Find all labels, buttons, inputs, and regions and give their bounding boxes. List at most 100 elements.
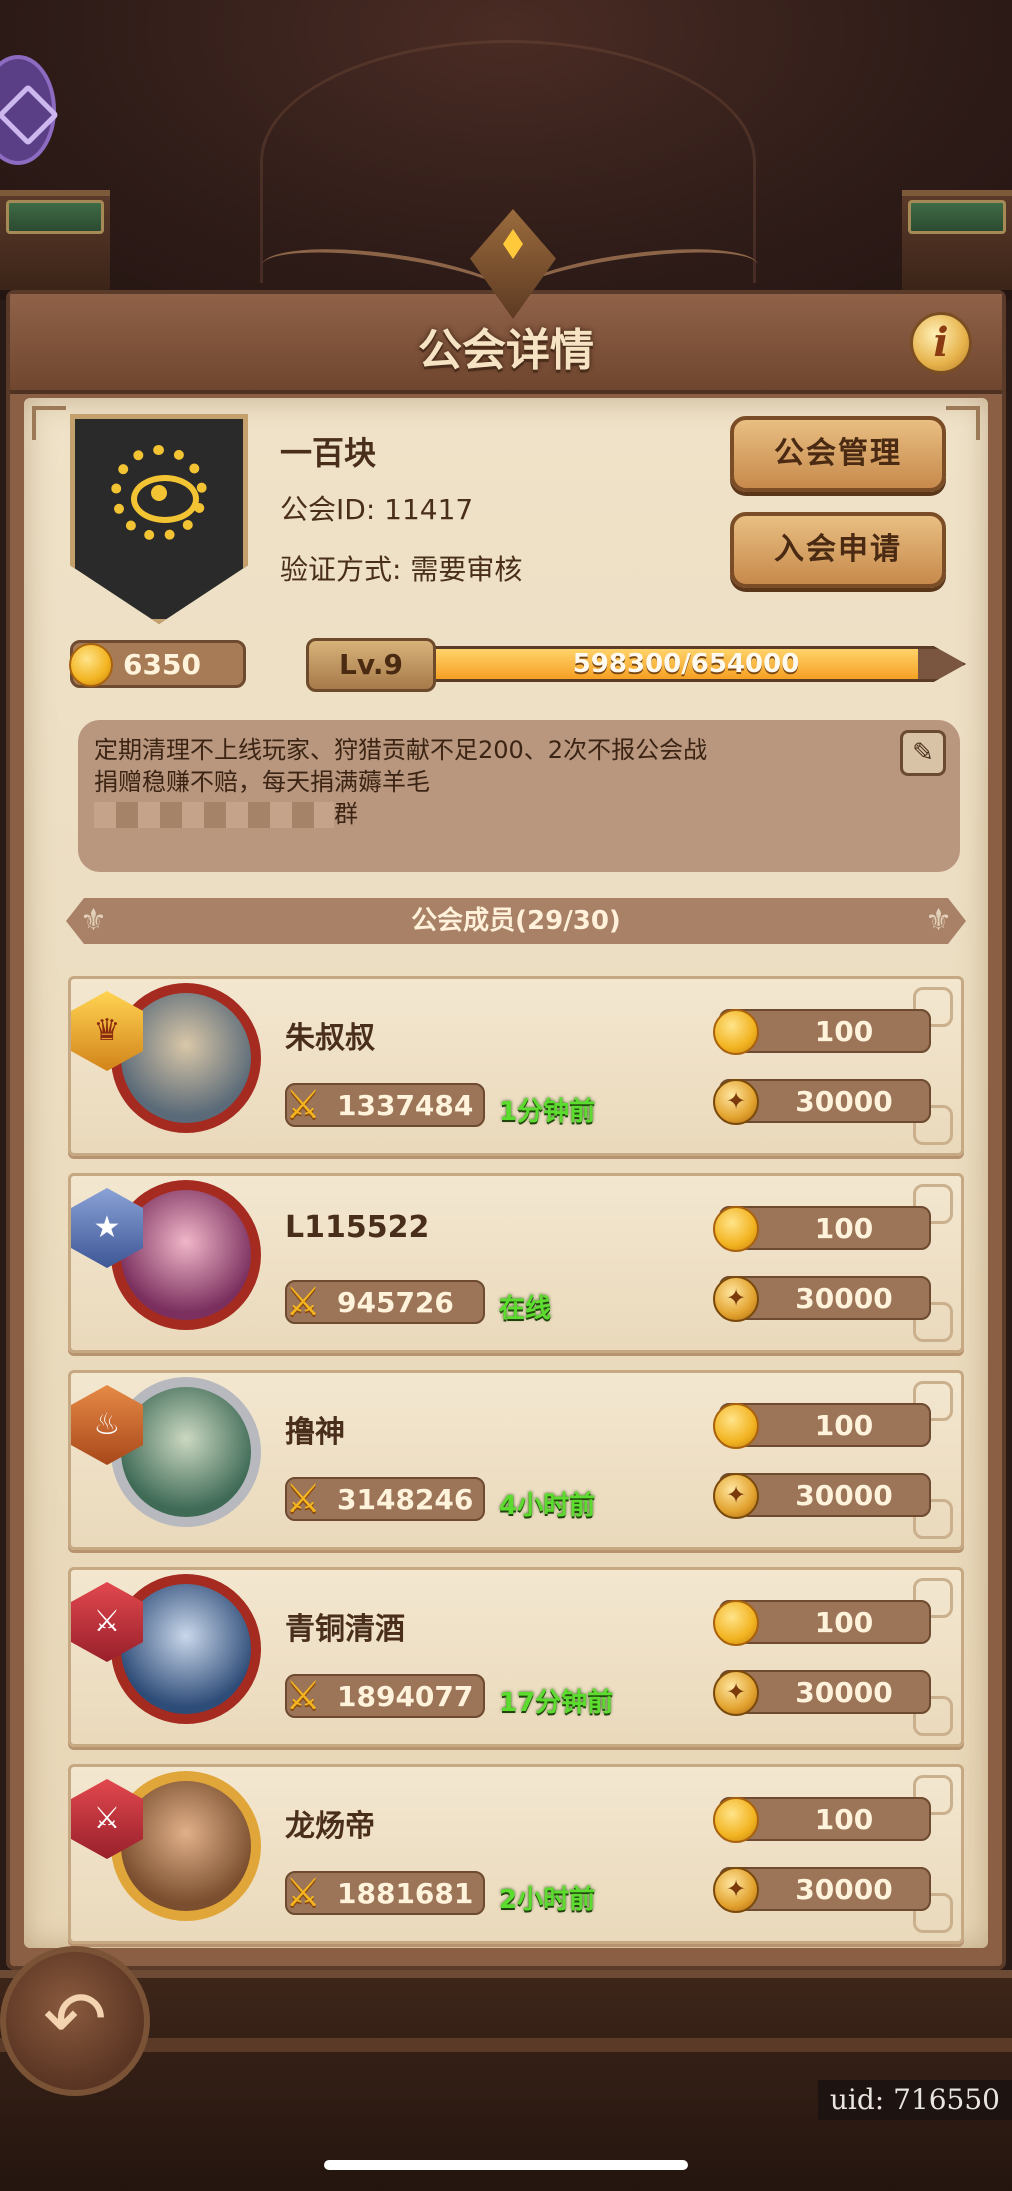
uid-label: uid: 716550: [817, 2080, 1012, 2120]
gold-medal-icon: ✦: [713, 1473, 759, 1519]
member-name: 朱叔叔: [285, 1021, 375, 1056]
member-card[interactable]: ★ L115522 ⚔ 945726 在线 100 ✦ 30000: [68, 1173, 964, 1353]
guild-detail-panel: 公会详情 i 一百块 公会ID: 11417 验证方式: 需要审核 公会管理 入…: [6, 209, 1006, 1970]
member-contribution-value: 100: [814, 1606, 874, 1639]
coin-icon: [713, 1009, 759, 1055]
member-donation: ✦ 30000: [713, 1473, 931, 1519]
pillar-left: [0, 190, 110, 290]
member-power: ⚔ 1337484: [285, 1082, 485, 1128]
member-last-online: 在线: [499, 1294, 552, 1324]
members-section-header: ⚜ 公会成员(29/30) ⚜: [66, 898, 966, 944]
member-contribution-value: 100: [814, 1212, 874, 1245]
member-avatar[interactable]: [111, 1377, 261, 1527]
coin-icon: [713, 1797, 759, 1843]
info-button[interactable]: i: [910, 312, 972, 374]
member-avatar[interactable]: [111, 1771, 261, 1921]
member-last-online: 1分钟前: [499, 1097, 596, 1127]
member-donation-value: 30000: [795, 1282, 893, 1315]
notice-line: 群: [334, 800, 358, 828]
guild-manage-button[interactable]: 公会管理: [730, 416, 946, 492]
member-card[interactable]: ♨ 撸神 ⚔ 3148246 4小时前 100 ✦ 30000: [68, 1370, 964, 1550]
guild-notice: 定期清理不上线玩家、狩猎贡献不足200、2次不报公会战 捐赠稳赚不赔，每天捐满薅…: [78, 720, 960, 872]
pillar-right: [902, 190, 1012, 290]
member-name: 青铜清酒: [285, 1612, 405, 1647]
gold-medal-icon: ✦: [713, 1276, 759, 1322]
member-power-value: 1881681: [337, 1877, 474, 1910]
gold-medal-icon: ✦: [713, 1867, 759, 1913]
members-section-title: 公会成员(29/30): [411, 906, 621, 936]
member-power: ⚔ 945726: [285, 1279, 485, 1325]
member-donation-value: 30000: [795, 1479, 893, 1512]
member-power-value: 1894077: [337, 1680, 474, 1713]
guild-level: 598300/654000 Lv.9: [306, 638, 966, 692]
member-card[interactable]: ⚔ 龙炀帝 ⚔ 1881681 2小时前 100 ✦ 30000: [68, 1764, 964, 1944]
member-donation-value: 30000: [795, 1085, 893, 1118]
crossed-swords-icon: ⚔: [285, 1673, 321, 1719]
coin-icon: [713, 1206, 759, 1252]
guild-id: 公会ID: 11417: [280, 493, 474, 526]
title-bar: 公会详情 i: [10, 209, 1002, 394]
member-contribution: 100: [713, 1797, 931, 1843]
join-requests-button[interactable]: 入会申请: [730, 512, 946, 588]
coin-icon: [713, 1600, 759, 1646]
guild-verify-method: 验证方式: 需要审核: [280, 553, 523, 586]
member-power: ⚔ 1881681: [285, 1870, 485, 1916]
member-contribution: 100: [713, 1403, 931, 1449]
coin-icon: [713, 1403, 759, 1449]
member-donation: ✦ 30000: [713, 1079, 931, 1125]
guild-banner: [70, 414, 248, 624]
crossed-swords-icon: ⚔: [285, 1082, 321, 1128]
gold-medal-icon: ✦: [713, 1079, 759, 1125]
member-avatar[interactable]: [111, 983, 261, 1133]
member-last-online: 4小时前: [499, 1491, 596, 1521]
page-title: 公会详情: [418, 325, 594, 376]
member-power: ⚔ 3148246: [285, 1476, 485, 1522]
fleur-icon: ⚜: [80, 903, 107, 938]
member-donation-value: 30000: [795, 1873, 893, 1906]
member-contribution-value: 100: [814, 1803, 874, 1836]
notice-line: 定期清理不上线玩家、狩猎贡献不足200、2次不报公会战: [94, 736, 708, 764]
member-contribution: 100: [713, 1206, 931, 1252]
member-name: L115522: [285, 1210, 430, 1245]
exp-text: 598300/654000: [572, 649, 800, 679]
home-indicator[interactable]: [324, 2160, 688, 2170]
member-name: 龙炀帝: [285, 1809, 375, 1844]
member-contribution: 100: [713, 1600, 931, 1646]
crossed-swords-icon: ⚔: [285, 1476, 321, 1522]
guild-coins: 6350: [69, 640, 246, 688]
gold-medal-icon: ✦: [713, 1670, 759, 1716]
member-power-value: 945726: [337, 1286, 454, 1319]
member-last-online: 17分钟前: [499, 1688, 614, 1718]
member-contribution: 100: [713, 1009, 931, 1055]
member-donation: ✦ 30000: [713, 1670, 931, 1716]
notice-line: 捐赠稳赚不赔，每天捐满薅羊毛: [94, 768, 430, 796]
member-card[interactable]: ⚔ 青铜清酒 ⚔ 1894077 17分钟前 100 ✦ 30000: [68, 1567, 964, 1747]
back-button[interactable]: ↶: [0, 1946, 150, 2096]
level-badge: Lv.9: [306, 638, 436, 692]
member-contribution-value: 100: [814, 1409, 874, 1442]
member-avatar[interactable]: [111, 1180, 261, 1330]
exp-progress-bar: 598300/654000: [426, 646, 966, 682]
member-power: ⚔ 1894077: [285, 1673, 485, 1719]
parchment-content: 一百块 公会ID: 11417 验证方式: 需要审核 公会管理 入会申请 635…: [24, 398, 988, 1948]
crossed-swords-icon: ⚔: [285, 1279, 321, 1325]
member-donation: ✦ 30000: [713, 1276, 931, 1322]
redacted-text: [94, 802, 334, 828]
member-power-value: 3148246: [337, 1483, 474, 1516]
member-contribution-value: 100: [814, 1015, 874, 1048]
member-card[interactable]: ♛ 朱叔叔 ⚔ 1337484 1分钟前 100 ✦ 30000: [68, 976, 964, 1156]
crossed-swords-icon: ⚔: [285, 1870, 321, 1916]
guild-name: 一百块: [280, 434, 377, 472]
member-donation-value: 30000: [795, 1676, 893, 1709]
member-list[interactable]: ♛ 朱叔叔 ⚔ 1337484 1分钟前 100 ✦ 30000 ★ L115522 ⚔ 945726…: [24, 976, 988, 1948]
member-name: 撸神: [285, 1415, 345, 1450]
quill-edit-icon[interactable]: ✎: [900, 730, 946, 776]
eye-emblem-icon: [111, 445, 207, 541]
guild-coins-value: 6350: [123, 648, 201, 681]
member-avatar[interactable]: [111, 1574, 261, 1724]
coin-icon: [69, 643, 113, 687]
member-last-online: 2小时前: [499, 1885, 596, 1915]
member-power-value: 1337484: [337, 1089, 474, 1122]
member-donation: ✦ 30000: [713, 1867, 931, 1913]
fleur-icon: ⚜: [925, 903, 952, 938]
